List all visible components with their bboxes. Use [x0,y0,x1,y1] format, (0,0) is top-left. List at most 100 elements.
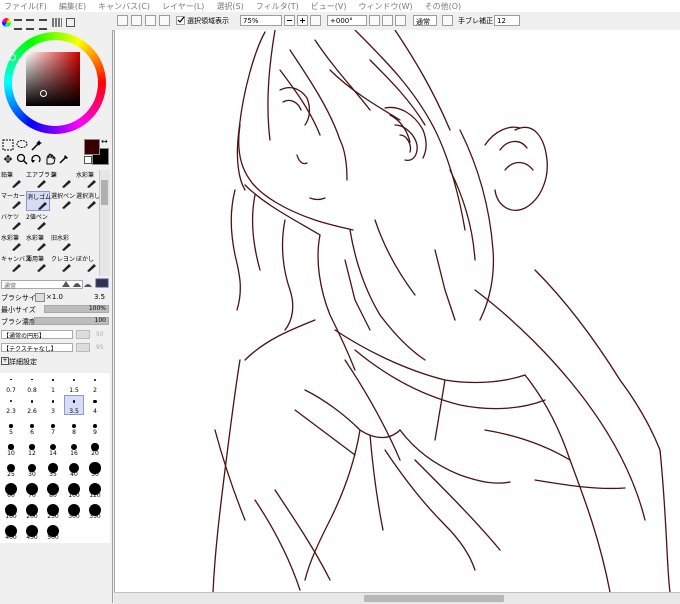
canvas-scroll-thumb[interactable] [364,595,504,602]
brush-size-option[interactable]: 9 [86,417,104,436]
brush-size-option[interactable]: 16 [65,438,83,457]
brush-size-option[interactable]: 1.5 [65,375,83,394]
flip-button[interactable] [442,15,453,26]
brush-tool-1[interactable]: エアブラシ [26,170,56,190]
hue-marker[interactable] [9,54,16,61]
brush-size-option[interactable]: 35 [44,459,62,478]
brush-tool-8[interactable]: バケツ [1,212,25,232]
zoom-in-button[interactable] [297,15,308,26]
texture-select[interactable]: 【テクスチャなし】 [1,343,73,353]
menu-item-8[interactable]: その他(O) [421,1,470,12]
canvas-horizontal-scrollbar[interactable] [114,592,680,604]
color-saturation-square[interactable] [26,52,80,106]
brush-size-option[interactable]: 100 [65,480,83,499]
stabilizer-select[interactable]: 12 [494,15,520,26]
rotation-select[interactable]: +000° [327,15,367,26]
brush-size-option[interactable]: 1 [44,375,62,394]
density-slider[interactable]: 100 [34,317,109,325]
brush-size-option[interactable]: 250 [44,501,62,520]
brush-shape-select[interactable]: 【通常の円形】 [1,330,73,340]
color-picker-marker[interactable] [40,90,47,97]
rotate-left-button[interactable] [369,15,380,26]
eyedropper-icon[interactable] [56,151,72,167]
brush-size-option[interactable]: 7 [44,417,62,436]
deselect-button[interactable] [145,15,156,26]
menu-item-1[interactable]: 編集(E) [55,1,94,12]
brush-size-option[interactable]: 300 [65,501,83,520]
brush-size-option[interactable]: 0.8 [23,375,41,394]
rotate-reset-button[interactable] [395,15,406,26]
brush-size-option[interactable]: 2 [86,375,104,394]
min-size-slider[interactable]: 100% [44,305,109,313]
brush-tool-5[interactable]: 消しゴム [26,191,51,211]
scratchpad-tab-icon[interactable] [66,18,75,27]
menu-item-0[interactable]: ファイル(F) [0,1,55,12]
menu-item-6[interactable]: ビュー(V) [307,1,355,12]
zoom-reset-button[interactable] [310,15,321,26]
rotate-right-button[interactable] [382,15,393,26]
texture-fx-toggle[interactable] [76,343,90,352]
brush-size-option[interactable]: 200 [23,501,41,520]
brush-size-option[interactable]: 12 [23,438,41,457]
swatch-tab-icon[interactable] [52,18,62,27]
brush-size-option[interactable]: 60 [2,480,20,499]
mixer-tab-icon[interactable] [39,19,47,30]
menu-item-7[interactable]: ウィンドウ(W) [354,1,420,12]
brush-shape-fx-toggle[interactable] [76,330,90,339]
rgb-slider-tab-icon[interactable] [14,19,22,30]
brush-tool-9[interactable]: 2値ペン [26,212,50,232]
brush-size-option[interactable]: 3.5 [64,395,84,415]
zoom-out-button[interactable] [284,15,295,26]
brush-tool-10[interactable]: 水彩筆 [1,233,25,253]
brush-size-option[interactable]: 160 [2,501,20,520]
brush-tool-11[interactable]: 水彩筆 [26,233,50,253]
brush-tool-12[interactable]: 旧水彩 [51,233,75,253]
brush-size-option[interactable]: 400 [2,522,20,541]
hsv-slider-tab-icon[interactable] [26,19,34,30]
brush-size-option[interactable]: 8 [65,417,83,436]
menu-item-5[interactable]: フィルタ(T) [252,1,307,12]
brush-size-option[interactable]: 70 [23,480,41,499]
undo-button[interactable] [117,15,128,26]
brush-size-option[interactable]: 4 [86,396,104,415]
brush-size-option[interactable]: 40 [65,459,83,478]
brush-size-option[interactable]: 10 [2,438,20,457]
brush-grid-scrollbar[interactable] [99,170,110,276]
drawing-canvas[interactable] [114,29,680,593]
brush-tool-15[interactable]: クレヨン [51,254,75,274]
menu-item-2[interactable]: キャンバス(C) [94,1,158,12]
brush-tool-2[interactable]: 筆 [51,170,75,190]
brush-size-option[interactable]: 2.3 [2,396,20,415]
brush-tool-6[interactable]: 選択ペン [51,191,75,211]
expand-icon[interactable]: + [1,357,9,365]
blend-mode-select[interactable]: 通常 [413,15,437,26]
menu-item-3[interactable]: レイヤー(L) [158,1,212,12]
redo-button[interactable] [131,15,142,26]
brush-size-option[interactable]: 2.6 [23,396,41,415]
brush-size-option[interactable]: 120 [86,480,104,499]
brush-tool-13[interactable]: キャンバス [1,254,31,274]
brush-tool-4[interactable]: マーカー [1,191,25,211]
brush-size-multiplier[interactable]: ×1.0 [46,293,63,301]
brush-size-option[interactable]: 0.7 [2,375,20,394]
brush-size-option[interactable]: 30 [23,459,41,478]
brush-tool-16[interactable]: ぼかし [76,254,100,274]
menu-item-4[interactable]: 選択(S) [212,1,251,12]
brush-tool-0[interactable]: 鉛筆 [1,170,25,190]
brush-tool-7[interactable]: 選択消し [76,191,100,211]
selection-display-checkbox[interactable] [176,16,185,25]
brush-size-option[interactable]: 14 [44,438,62,457]
primary-color-swatch[interactable] [84,139,100,155]
brush-size-value[interactable]: 3.5 [94,293,105,301]
swap-colors-icon[interactable]: ↔ [101,137,108,146]
brush-size-option[interactable]: 3 [44,396,62,415]
brush-size-option[interactable]: 25 [2,459,20,478]
brush-size-option[interactable]: 450 [23,522,41,541]
brush-size-option[interactable]: 50 [86,459,104,478]
brush-size-option[interactable]: 500 [44,522,62,541]
invert-selection-button[interactable] [159,15,170,26]
brush-size-option[interactable]: 5 [2,417,20,436]
brush-size-option[interactable]: 20 [86,438,104,457]
brush-tool-14[interactable]: 薄用筆 [26,254,50,274]
detail-settings-row[interactable]: + 詳細設定 [0,356,110,366]
